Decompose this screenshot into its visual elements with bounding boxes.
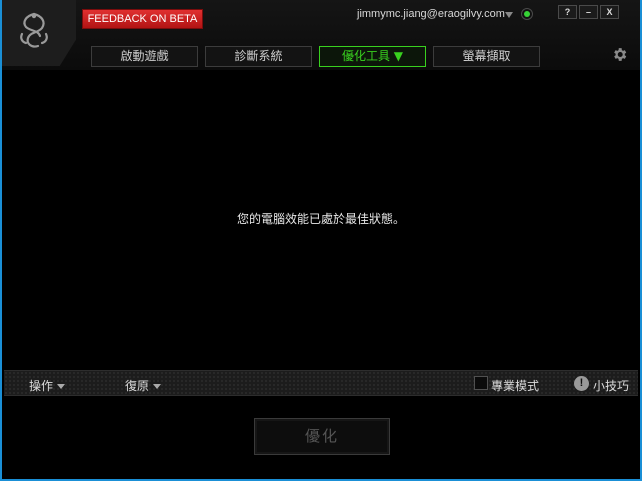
- status-message: 您的電腦效能已處於最佳狀態。: [236, 212, 405, 226]
- tips-link[interactable]: 小技巧: [593, 377, 629, 394]
- optimize-button[interactable]: 優化: [254, 418, 390, 455]
- tab-screen-capture[interactable]: 螢幕擷取: [433, 46, 540, 67]
- operations-menu[interactable]: 操作: [29, 377, 66, 394]
- feedback-button[interactable]: FEEDBACK ON BETA: [82, 9, 203, 29]
- tab-launch-game[interactable]: 啟動遊戲: [91, 46, 198, 67]
- restore-label: 復原: [125, 379, 150, 393]
- minimize-button[interactable]: –: [579, 5, 598, 19]
- expert-mode-label[interactable]: 專業模式: [491, 377, 539, 394]
- tab-diagnostics[interactable]: 診斷系統: [205, 46, 312, 67]
- tab-optimize[interactable]: 優化工具 ▼: [319, 46, 426, 67]
- gear-icon[interactable]: [611, 46, 628, 63]
- help-button[interactable]: ?: [558, 5, 577, 19]
- chevron-down-icon: [57, 384, 66, 389]
- app-window: FEEDBACK ON BETA jimmymc.jiang@eraogilvy…: [0, 0, 642, 481]
- razer-logo-icon: [20, 12, 48, 48]
- exclamation-icon[interactable]: !: [574, 376, 589, 391]
- header: FEEDBACK ON BETA jimmymc.jiang@eraogilvy…: [2, 0, 640, 70]
- restore-menu[interactable]: 復原: [125, 377, 162, 394]
- logo: [2, 0, 76, 66]
- expert-mode-checkbox[interactable]: [474, 376, 488, 390]
- account-email[interactable]: jimmymc.jiang@eraogilvy.com: [357, 8, 505, 22]
- bottom-toolbar: 操作 復原 專業模式 ! 小技巧: [4, 370, 638, 396]
- status-dot-icon: [521, 8, 533, 20]
- operations-label: 操作: [29, 379, 54, 393]
- account-dropdown-icon[interactable]: [505, 12, 513, 18]
- close-button[interactable]: X: [600, 5, 619, 19]
- chevron-down-icon: [153, 384, 162, 389]
